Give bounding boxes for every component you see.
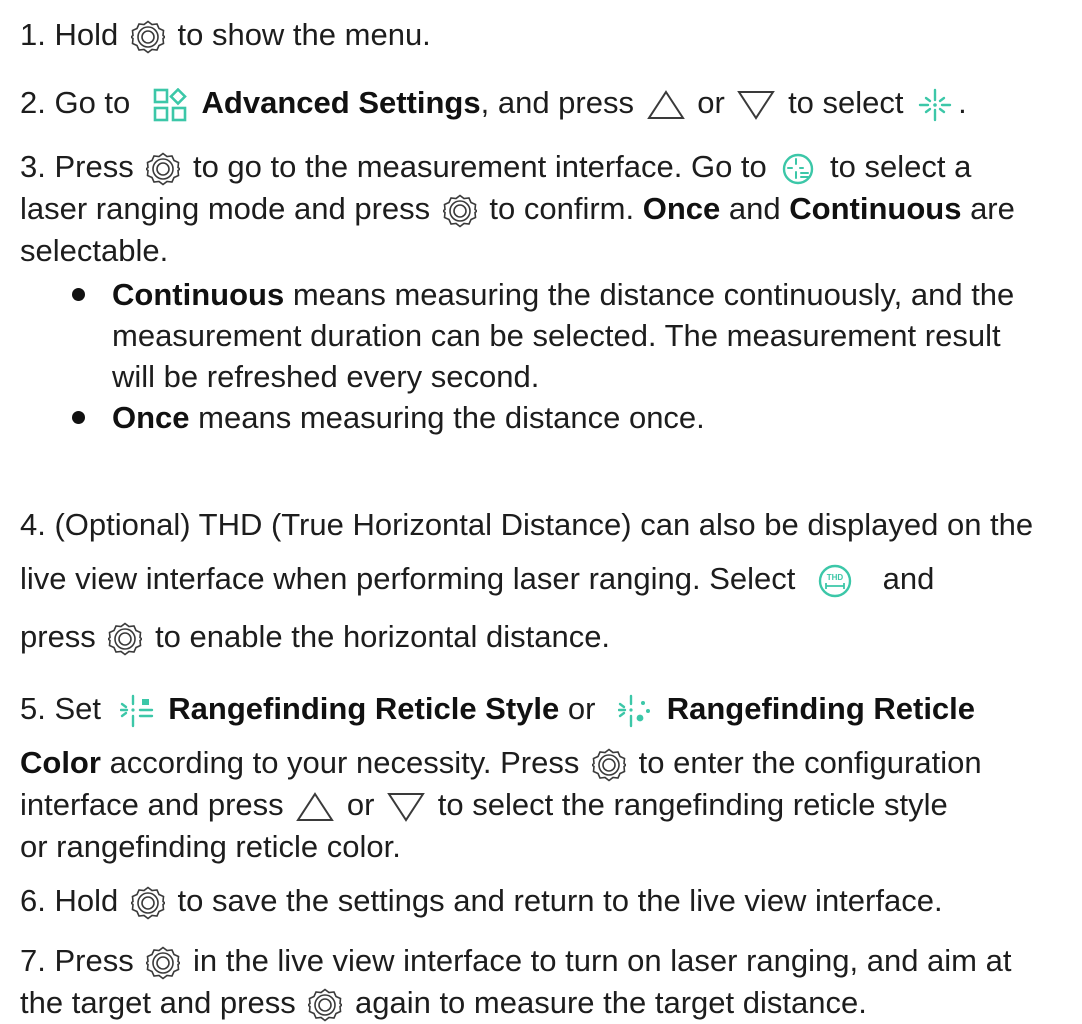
mode-bullet-list: Continuous means measuring the distance … <box>20 274 1070 438</box>
up-triangle-icon <box>296 791 335 822</box>
step-4-text-b: and <box>882 561 935 596</box>
step-1-number: 1. Hold <box>20 17 119 52</box>
down-triangle-icon <box>737 90 776 120</box>
step-3-text-c: laser ranging mode and press <box>20 191 431 226</box>
step-4-text-c: press <box>20 619 96 654</box>
step-5: 5. Set Rangefinding Reticle Style or Ran… <box>20 684 1070 868</box>
svg-text:THD: THD <box>827 573 844 582</box>
step-3-text-b: to select a <box>830 149 972 184</box>
focus-wheel-button-icon <box>308 988 343 1022</box>
thd-icon: THD <box>818 564 852 598</box>
bullet-text: means measuring the distance once. <box>198 400 705 435</box>
step-1-text: to show the menu. <box>177 17 431 52</box>
step-6-number: 6. Hold <box>20 883 119 918</box>
step-5-line-4: or rangefinding reticle color. <box>20 829 401 864</box>
step-5-line-1: 5. Set Rangefinding Reticle Style or Ran… <box>20 684 1070 734</box>
step-7-number: 7. Press <box>20 943 134 978</box>
step-3-are: are <box>970 191 1015 226</box>
step-5-text-d: to select the rangefinding reticle style <box>437 787 948 822</box>
focus-wheel-button-icon <box>146 946 181 980</box>
reticle-color-label: Rangefinding Reticle <box>666 691 976 726</box>
bullet-term: Once <box>112 400 190 435</box>
reticle-color-label-end: Color <box>20 745 101 780</box>
up-triangle-icon <box>646 89 685 120</box>
focus-wheel-button-icon <box>146 152 181 186</box>
step-2-end: . <box>958 85 967 120</box>
step-2-text-a: , and press <box>480 85 634 120</box>
laser-mode-icon <box>781 152 815 186</box>
step-4: 4. (Optional) THD (True Horizontal Dista… <box>20 504 1070 662</box>
down-triangle-icon <box>387 792 425 822</box>
list-item: Continuous means measuring the distance … <box>20 274 1042 397</box>
step-2-number: 2. Go to <box>20 85 131 120</box>
focus-wheel-button-icon <box>592 748 626 782</box>
focus-wheel-button-icon <box>442 194 477 228</box>
instruction-page: 1. Hold to show the menu. 2. Go to Advan… <box>0 0 1082 1022</box>
step-2-text-b: to select <box>788 85 904 120</box>
reticle-style-icon <box>119 694 154 728</box>
step-3-and: and <box>728 191 781 226</box>
step-4-line-2: live view interface when performing lase… <box>20 554 1070 604</box>
step-4-text-a: live view interface when performing lase… <box>20 561 796 596</box>
step-5-line-2: Color according to your necessity. Press… <box>20 742 1070 784</box>
step-7-line-1: 7. Press in the live view interface to t… <box>20 940 1070 982</box>
step-5-line-3: interface and press or to select the ran… <box>20 784 1070 826</box>
advanced-settings-label: Advanced Settings <box>201 85 481 120</box>
focus-wheel-button-icon <box>130 20 165 54</box>
step-3-line-1: 3. Press to go to the measurement interf… <box>20 146 1070 188</box>
bullet-icon <box>72 411 85 424</box>
step-4-line-3: press to enable the horizontal distance. <box>20 612 1070 662</box>
once-label: Once <box>642 191 721 226</box>
step-5-text-c: interface and press <box>20 787 284 822</box>
step-3: 3. Press to go to the measurement interf… <box>20 146 1070 438</box>
list-item: Once means measuring the distance once. <box>20 397 1070 438</box>
step-5-or-2: or <box>346 787 375 822</box>
step-3-text-a: to go to the measurement interface. Go t… <box>192 149 767 184</box>
step-1: 1. Hold to show the menu. <box>20 14 1070 56</box>
step-5-text-a: according to your necessity. Press <box>109 745 580 780</box>
step-2-or: or <box>697 85 725 120</box>
continuous-label: Continuous <box>789 191 962 226</box>
focus-wheel-button-icon <box>130 886 165 920</box>
step-6: 6. Hold to save the settings and return … <box>20 880 1070 922</box>
laser-ranging-icon <box>918 88 952 122</box>
step-2: 2. Go to Advanced Settings, and press or… <box>20 82 1070 124</box>
step-7-text-a: in the live view interface to turn on la… <box>192 943 1012 978</box>
bullet-icon <box>72 288 85 301</box>
step-3-line-2: laser ranging mode and press to confirm.… <box>20 188 1070 230</box>
step-3-number: 3. Press <box>20 149 134 184</box>
step-3-text-d: to confirm. <box>489 191 635 226</box>
step-5-number: 5. Set <box>20 691 101 726</box>
step-7: 7. Press in the live view interface to t… <box>20 940 1070 1024</box>
step-5-text-b: to enter the configuration <box>638 745 982 780</box>
reticle-style-label: Rangefinding Reticle Style <box>168 691 560 726</box>
step-4-text-d: to enable the horizontal distance. <box>155 619 611 654</box>
focus-wheel-button-icon <box>108 622 143 656</box>
bullet-term: Continuous <box>112 277 285 312</box>
step-7-line-2: the target and press again to measure th… <box>20 982 1070 1024</box>
step-3-line-3: selectable. <box>20 233 169 268</box>
advanced-settings-icon <box>153 87 187 122</box>
reticle-color-icon <box>618 694 652 728</box>
step-4-line-1: 4. (Optional) THD (True Horizontal Dista… <box>20 507 1034 542</box>
step-5-or: or <box>567 691 596 726</box>
step-6-text: to save the settings and return to the l… <box>177 883 943 918</box>
